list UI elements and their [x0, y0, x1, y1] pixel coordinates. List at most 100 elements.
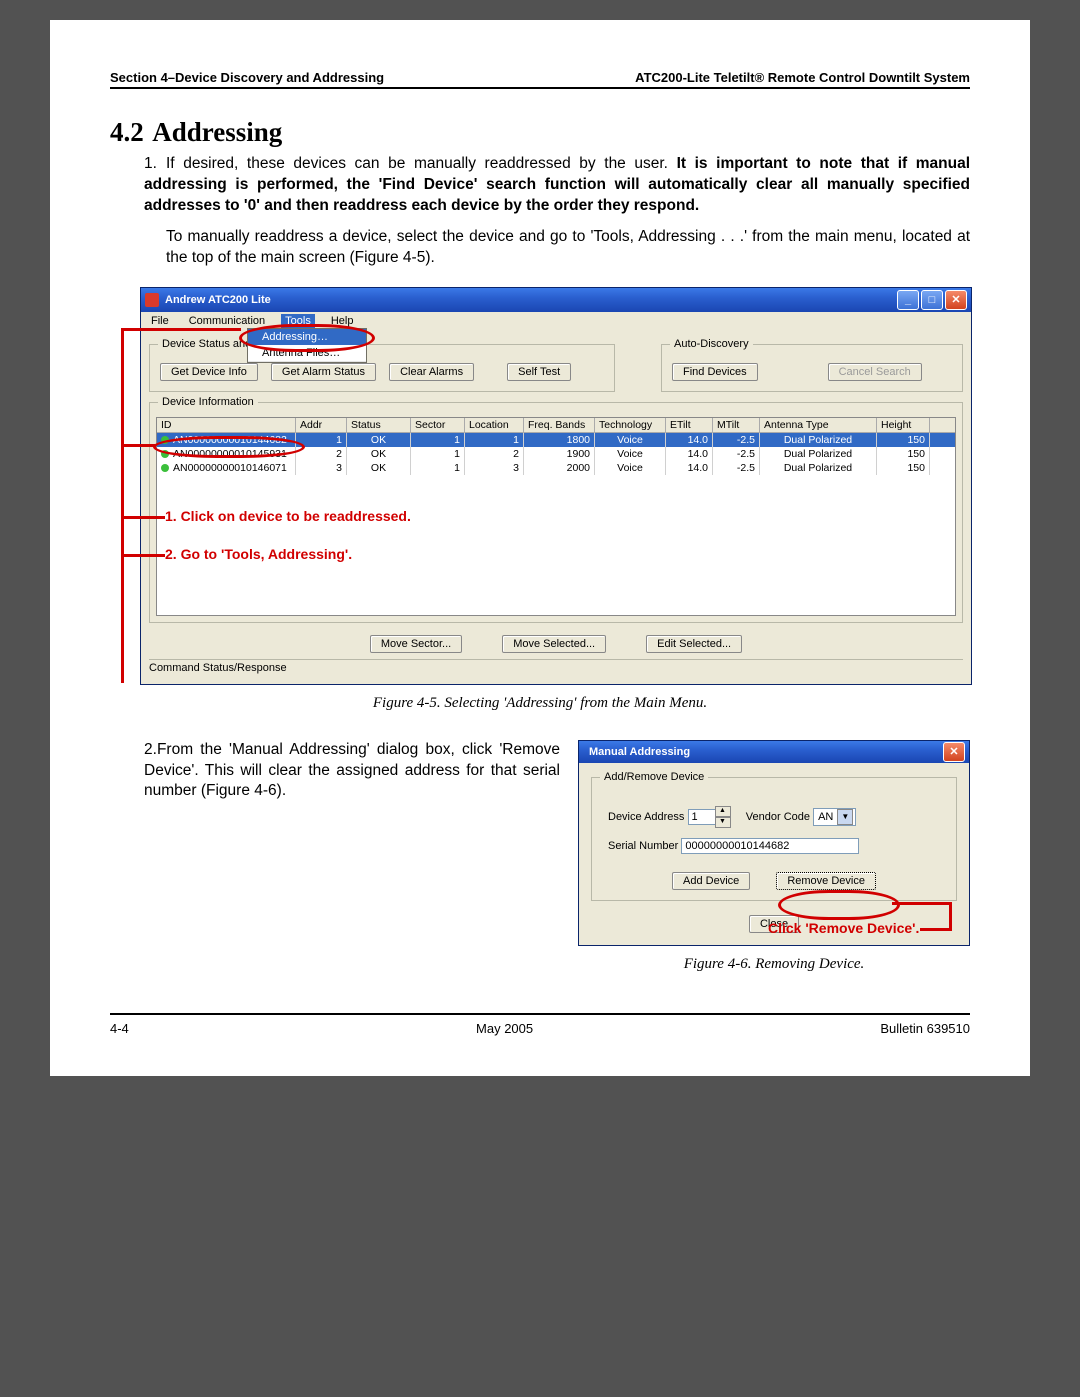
maximize-icon[interactable]: □	[921, 290, 943, 310]
menubar: File Communication Tools Help	[141, 312, 971, 328]
cell-etilt: 14.0	[666, 461, 713, 475]
col-etilt[interactable]: ETilt	[666, 418, 713, 432]
menu-help[interactable]: Help	[327, 314, 358, 328]
menu-tools[interactable]: Tools	[281, 314, 315, 328]
figure-4-6-dialog: Manual Addressing ✕ Add/Remove Device De…	[578, 740, 970, 946]
para1-tail: To manually readdress a device, select t…	[166, 227, 970, 269]
self-test-button[interactable]: Self Test	[507, 363, 571, 381]
col-mtilt[interactable]: MTilt	[713, 418, 760, 432]
footer-right: Bulletin 639510	[880, 1021, 970, 1036]
clear-alarms-button[interactable]: Clear Alarms	[389, 363, 474, 381]
section-number: 4.2	[110, 117, 144, 147]
paragraph-1: 1.If desired, these devices can be manua…	[144, 154, 970, 269]
move-sector-button[interactable]: Move Sector...	[370, 635, 462, 653]
legend-auto-discovery: Auto-Discovery	[670, 338, 753, 350]
col-tech[interactable]: Technology	[595, 418, 666, 432]
cell-tech: Voice	[595, 447, 666, 461]
cancel-search-button[interactable]: Cancel Search	[828, 363, 922, 381]
col-antenna[interactable]: Antenna Type	[760, 418, 877, 432]
window-title: Andrew ATC200 Lite	[165, 294, 895, 306]
minimize-icon[interactable]: _	[897, 290, 919, 310]
grid-empty-area	[157, 475, 955, 615]
legend-add-remove: Add/Remove Device	[600, 771, 708, 783]
spin-up-icon[interactable]: ▲	[715, 806, 731, 817]
cell-sector: 1	[411, 433, 465, 447]
cell-loc: 3	[465, 461, 524, 475]
find-devices-button[interactable]: Find Devices	[672, 363, 758, 381]
serial-number-row: Serial Number	[608, 838, 940, 854]
cell-mtilt: -2.5	[713, 433, 760, 447]
annotation-bracket-vertical	[121, 328, 124, 683]
titlebar[interactable]: Andrew ATC200 Lite _ □ ✕	[141, 288, 971, 312]
annotation-line-remove-h	[892, 902, 952, 905]
move-selected-button[interactable]: Move Selected...	[502, 635, 606, 653]
cell-h: 150	[877, 433, 930, 447]
table-row[interactable]: AN00000000010146071 3 OK 1 3 2000 Voice …	[157, 461, 955, 475]
page: Section 4–Device Discovery and Addressin…	[50, 20, 1030, 1076]
cell-addr: 3	[296, 461, 347, 475]
dropdown-arrow-icon[interactable]: ▼	[837, 809, 853, 825]
vendor-code-value: AN	[818, 811, 833, 823]
cell-ant: Dual Polarized	[760, 461, 877, 475]
menuitem-antenna-files[interactable]: Antenna Files…	[248, 345, 366, 362]
cell-sector: 1	[411, 447, 465, 461]
cell-tech: Voice	[595, 433, 666, 447]
para2-text: From the 'Manual Addressing' dialog box,…	[144, 741, 560, 800]
page-header: Section 4–Device Discovery and Addressin…	[110, 70, 970, 89]
dialog-button-row: Add Device Remove Device	[608, 872, 940, 890]
label-device-address: Device Address	[608, 811, 684, 823]
col-freq[interactable]: Freq. Bands	[524, 418, 595, 432]
menu-file[interactable]: File	[147, 314, 173, 328]
annotation-line-top	[121, 328, 241, 331]
get-device-info-button[interactable]: Get Device Info	[160, 363, 258, 381]
close-icon[interactable]: ✕	[945, 290, 967, 310]
annotation-text-remove: Click 'Remove Device'.	[768, 920, 919, 936]
cell-h: 150	[877, 447, 930, 461]
cell-addr: 1	[296, 433, 347, 447]
page-footer: 4-4 May 2005 Bulletin 639510	[110, 1013, 970, 1036]
col-height[interactable]: Height	[877, 418, 930, 432]
edit-selected-button[interactable]: Edit Selected...	[646, 635, 742, 653]
device-address-input[interactable]	[688, 809, 716, 825]
col-id[interactable]: ID	[157, 418, 296, 432]
col-status[interactable]: Status	[347, 418, 411, 432]
app-icon	[145, 293, 159, 307]
vendor-code-select[interactable]: AN ▼	[813, 808, 856, 826]
cell-etilt: 14.0	[666, 447, 713, 461]
serial-number-input[interactable]	[681, 838, 859, 854]
group-add-remove-device: Add/Remove Device Device Address ▲▼ Vend…	[591, 777, 957, 901]
cell-mtilt: -2.5	[713, 461, 760, 475]
tools-dropdown: Addressing… Antenna Files…	[247, 328, 367, 363]
cell-freq: 1800	[524, 433, 595, 447]
para1-lead: If desired, these devices can be manuall…	[166, 155, 677, 172]
cell-freq: 1900	[524, 447, 595, 461]
paragraph-2: 2.From the 'Manual Addressing' dialog bo…	[144, 740, 560, 803]
col-addr[interactable]: Addr	[296, 418, 347, 432]
cell-sector: 1	[411, 461, 465, 475]
cell-etilt: 14.0	[666, 433, 713, 447]
footer-center: May 2005	[476, 1021, 533, 1036]
add-device-button[interactable]: Add Device	[672, 872, 750, 890]
spin-down-icon[interactable]: ▼	[715, 817, 731, 828]
menuitem-addressing[interactable]: Addressing…	[248, 329, 366, 345]
get-alarm-status-button[interactable]: Get Alarm Status	[271, 363, 376, 381]
section-title: 4.2 Addressing	[110, 117, 970, 148]
col-location[interactable]: Location	[465, 418, 524, 432]
cell-loc: 1	[465, 433, 524, 447]
group-device-status: Device Status and Alarms Get Device Info…	[149, 344, 615, 392]
figure-4-5-caption: Figure 4-5. Selecting 'Addressing' from …	[110, 695, 970, 712]
cell-ant: Dual Polarized	[760, 433, 877, 447]
dialog-close-icon[interactable]: ✕	[943, 742, 965, 762]
grid-header: ID Addr Status Sector Location Freq. Ban…	[157, 418, 955, 433]
menu-communication[interactable]: Communication	[185, 314, 269, 328]
dialog-titlebar[interactable]: Manual Addressing ✕	[579, 741, 969, 763]
figure-4-6-caption: Figure 4-6. Removing Device.	[578, 956, 970, 973]
col-sector[interactable]: Sector	[411, 418, 465, 432]
device-address-stepper[interactable]: ▲▼	[688, 806, 731, 828]
annotation-text-1: 1. Click on device to be readdressed.	[165, 508, 411, 524]
label-serial-number: Serial Number	[608, 840, 678, 852]
table-row[interactable]: AN00000000010144682 1 OK 1 1 1800 Voice …	[157, 433, 955, 447]
table-row[interactable]: AN00000000010145931 2 OK 1 2 1900 Voice …	[157, 447, 955, 461]
command-status-label: Command Status/Response	[149, 659, 963, 674]
remove-device-button[interactable]: Remove Device	[776, 872, 876, 890]
